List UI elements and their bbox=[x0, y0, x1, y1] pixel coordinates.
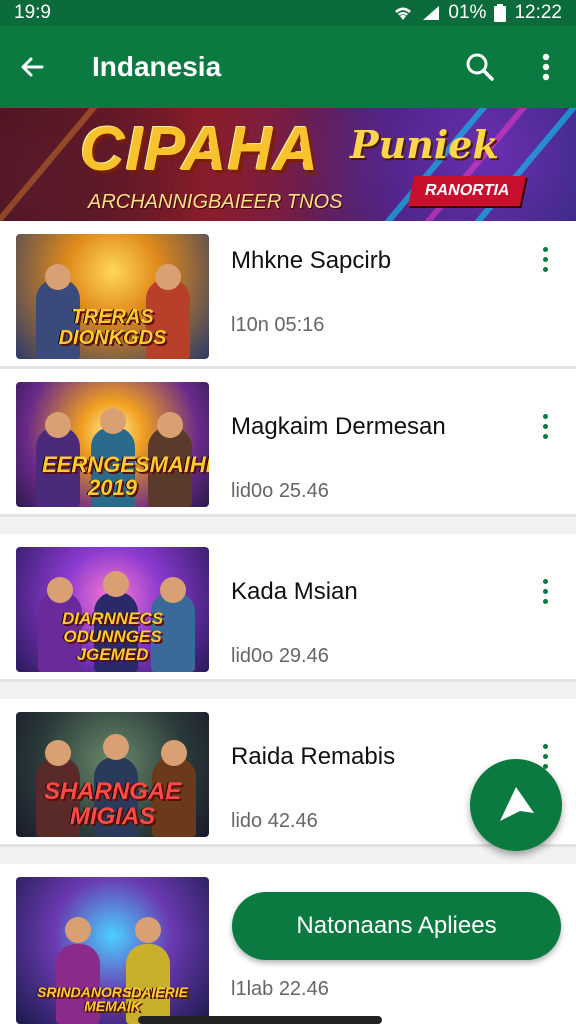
arrow-left-icon bbox=[21, 57, 44, 77]
item-title: Mhkne Sapcirb bbox=[231, 247, 392, 274]
national-apps-button[interactable]: Natonaans Apliees bbox=[232, 892, 561, 960]
item-title: Raida Remabis bbox=[231, 743, 396, 770]
banner-badge: RANORTIA bbox=[407, 176, 527, 206]
banner-script-title: Puniek bbox=[350, 122, 499, 167]
overflow-menu-button[interactable] bbox=[526, 47, 566, 87]
battery-icon bbox=[494, 4, 507, 22]
app-bar: Indanesia bbox=[0, 26, 576, 108]
thumbnail-caption: SHARNGAE MIGIAS bbox=[43, 777, 182, 830]
item-meta: lido 42.46 bbox=[231, 810, 318, 832]
list-item[interactable]: DIARNNECS ODUNNGES JGEMED Kada Msian lid… bbox=[0, 534, 576, 682]
status-icons: 01% 12:22 bbox=[392, 2, 562, 24]
item-menu-button[interactable] bbox=[532, 239, 558, 279]
navigate-fab[interactable] bbox=[470, 759, 562, 851]
page-title: Indanesia bbox=[92, 51, 222, 82]
item-thumbnail: EERNGESMAIHI 2019 bbox=[16, 382, 209, 507]
item-thumbnail: SHARNGAE MIGIAS bbox=[16, 712, 209, 837]
banner-title: CIPAHA bbox=[80, 115, 320, 184]
item-thumbnail: TRERAS DIONKGDS bbox=[16, 234, 209, 359]
more-vert-icon bbox=[542, 53, 550, 81]
item-title: Magkaim Dermesan bbox=[231, 413, 446, 440]
item-menu-button[interactable] bbox=[532, 571, 558, 611]
item-title: Kada Msian bbox=[231, 578, 358, 605]
back-button[interactable] bbox=[14, 49, 50, 85]
search-icon bbox=[466, 53, 494, 81]
list-item[interactable]: TRERAS DIONKGDS Mhkne Sapcirb l10n 05:16 bbox=[0, 221, 576, 369]
status-time-right: 12:22 bbox=[514, 2, 562, 23]
thumbnail-caption: DIARNNECS ODUNNGES JGEMED bbox=[61, 609, 164, 665]
item-meta: l10n 05:16 bbox=[231, 314, 325, 336]
navigation-arrow-icon bbox=[500, 787, 534, 821]
wifi-icon bbox=[395, 7, 412, 20]
item-thumbnail: DIARNNECS ODUNNGES JGEMED bbox=[16, 547, 209, 672]
home-indicator[interactable] bbox=[138, 1016, 382, 1024]
promo-banner[interactable]: CIPAHA Puniek ARCHANNIGBAIEER TNOS RANOR… bbox=[0, 108, 576, 221]
banner-subtitle: ARCHANNIGBAIEER TNOS bbox=[88, 191, 343, 213]
item-thumbnail: SRINDANORSDAIERIE MEMAIK bbox=[16, 877, 209, 1024]
item-meta: lid0o 29.46 bbox=[231, 645, 329, 667]
item-meta: lid0o 25.46 bbox=[231, 480, 329, 502]
status-bar: 19:9 01% 12:22 bbox=[0, 0, 576, 26]
thumbnail-caption: EERNGESMAIHI 2019 bbox=[42, 451, 209, 500]
signal-icon bbox=[423, 6, 440, 20]
search-button[interactable] bbox=[460, 47, 500, 87]
thumbnail-caption: TRERAS DIONKGDS bbox=[58, 306, 167, 349]
status-time-left: 19:9 bbox=[14, 2, 51, 23]
list-item[interactable]: EERNGESMAIHI 2019 Magkaim Dermesan lid0o… bbox=[0, 369, 576, 517]
item-meta: l1lab 22.46 bbox=[231, 978, 329, 1000]
battery-percent: 01% bbox=[448, 2, 487, 23]
item-menu-button[interactable] bbox=[532, 406, 558, 446]
thumbnail-caption: SRINDANORSDAIERIE MEMAIK bbox=[37, 983, 188, 1015]
